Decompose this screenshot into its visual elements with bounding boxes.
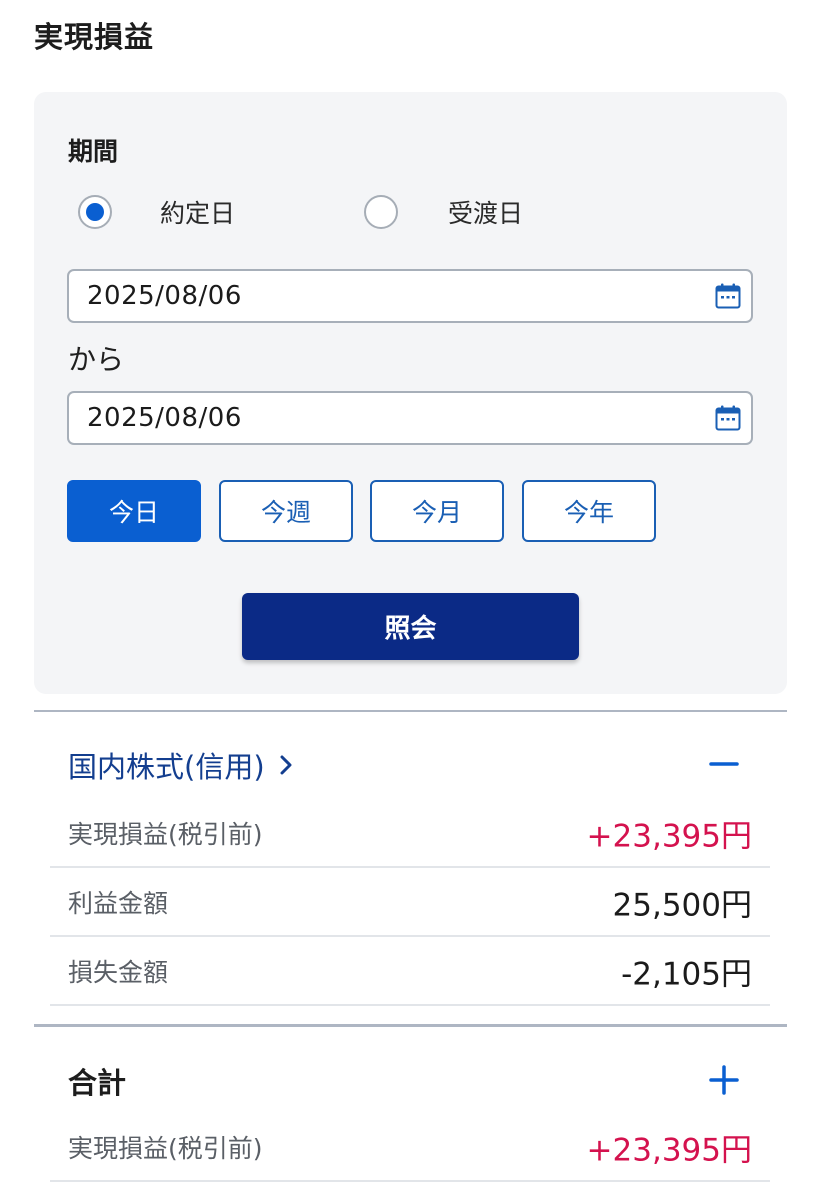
row-value: -2,105円 xyxy=(621,956,752,992)
section-title-link[interactable]: 国内株式(信用) xyxy=(68,744,265,786)
minus-icon[interactable] xyxy=(708,748,740,780)
quick-this-year-button[interactable]: 今年 xyxy=(522,480,656,542)
table-row: 損失金額 -2,105円 xyxy=(50,937,770,1006)
plus-icon[interactable] xyxy=(708,1064,740,1096)
radio-unchecked-icon[interactable] xyxy=(364,195,398,229)
calendar-icon[interactable] xyxy=(715,405,741,431)
row-label: 損失金額 xyxy=(68,957,169,987)
calendar-icon[interactable] xyxy=(715,283,741,309)
period-label: 期間 xyxy=(68,137,119,166)
period-filter-panel: 期間 約定日 受渡日 2025/08/06 から 2025/08/06 今日 今… xyxy=(34,92,787,694)
radio-settlement-date[interactable]: 受渡日 xyxy=(364,194,523,230)
quick-today-button[interactable]: 今日 xyxy=(67,480,201,542)
row-value: 25,500円 xyxy=(612,887,752,923)
row-value: +23,395円 xyxy=(586,818,752,854)
from-date-input[interactable]: 2025/08/06 xyxy=(67,269,753,323)
section-header-total: 合計 xyxy=(68,1060,126,1102)
table-row: 利益金額 25,500円 xyxy=(50,868,770,937)
table-row: 実現損益(税引前) +23,395円 xyxy=(50,1113,770,1182)
row-label: 利益金額 xyxy=(68,888,169,918)
radio-trade-date[interactable]: 約定日 xyxy=(78,194,235,230)
to-date-input[interactable]: 2025/08/06 xyxy=(67,391,753,445)
chevron-right-icon[interactable] xyxy=(279,754,293,776)
quick-this-week-button[interactable]: 今週 xyxy=(219,480,353,542)
to-date-value: 2025/08/06 xyxy=(87,403,242,433)
page-title: 実現損益 xyxy=(34,20,155,54)
radio-checked-icon[interactable] xyxy=(78,195,112,229)
radio-trade-date-label: 約定日 xyxy=(160,199,236,228)
quick-this-month-button[interactable]: 今月 xyxy=(370,480,504,542)
section-header-margin-stocks[interactable]: 国内株式(信用) xyxy=(68,744,293,786)
row-value: +23,395円 xyxy=(586,1132,752,1168)
radio-settlement-date-label: 受渡日 xyxy=(448,199,524,228)
from-date-value: 2025/08/06 xyxy=(87,281,242,311)
section-divider xyxy=(34,710,787,712)
section-divider xyxy=(34,1024,787,1027)
row-label: 実現損益(税引前) xyxy=(68,1133,263,1163)
search-button[interactable]: 照会 xyxy=(242,593,579,660)
date-range-separator: から xyxy=(68,343,125,376)
table-row: 実現損益(税引前) +23,395円 xyxy=(50,799,770,868)
section-title: 合計 xyxy=(68,1066,127,1100)
row-label: 実現損益(税引前) xyxy=(68,819,263,849)
